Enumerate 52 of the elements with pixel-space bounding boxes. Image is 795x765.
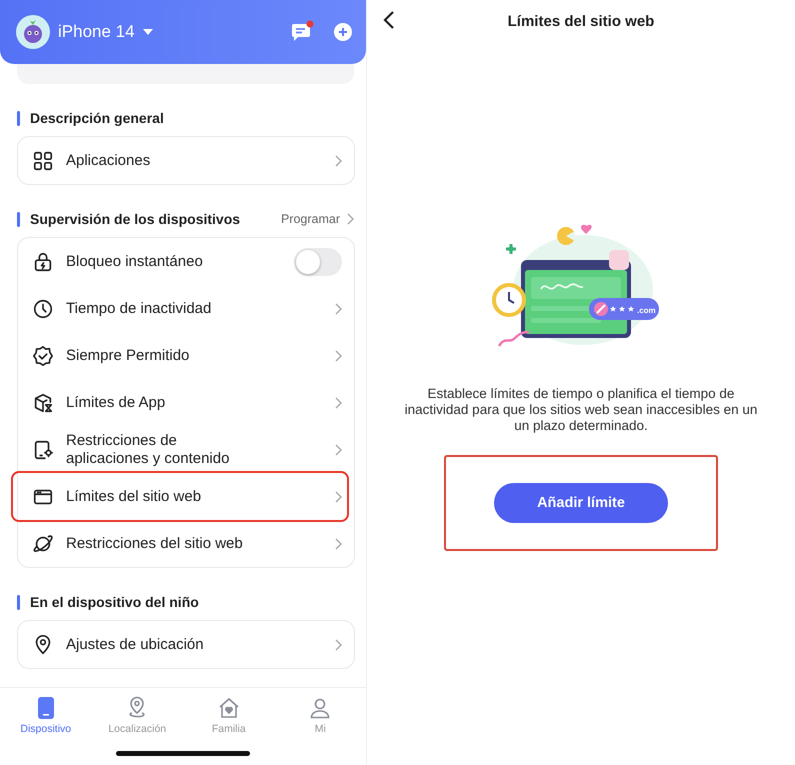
menu-label: Límites del sitio web — [66, 488, 202, 506]
back-icon — [383, 10, 395, 30]
menu-item[interactable]: Siempre Permitido — [18, 332, 354, 379]
menu-item[interactable]: Bloqueo instantáneo — [18, 238, 354, 285]
menu-item[interactable]: Restricciones de aplicaciones y contenido — [18, 426, 354, 473]
toggle-switch[interactable] — [294, 248, 342, 276]
menu-label: Tiempo de inactividad — [66, 300, 212, 318]
menu-label: Límites de App — [66, 394, 166, 412]
chevron-right-icon — [334, 302, 342, 314]
nav-tab[interactable]: Dispositivo — [0, 696, 92, 735]
description-text: Establece límites de tiempo o planifica el tiempo de inactividad para que los sitios web sean inaccesibles en un un plazo determinado. — [404, 386, 758, 435]
home-heart-icon — [216, 696, 241, 720]
menu-item[interactable]: Ajustes de ubicación — [18, 621, 354, 668]
chevron-right-icon — [346, 213, 354, 225]
menu-label: Bloqueo instantáneo — [66, 252, 204, 270]
chevron-right-icon — [334, 444, 342, 456]
chevron-right-icon — [334, 538, 342, 550]
person-icon — [308, 696, 332, 720]
planet-icon — [32, 532, 54, 554]
phone-icon — [36, 696, 55, 720]
grape-avatar-icon[interactable] — [16, 15, 50, 49]
chevron-right-icon — [334, 154, 342, 166]
badge-check-icon — [32, 344, 54, 366]
add-icon[interactable] — [332, 21, 354, 43]
menu-item[interactable]: Límites de App — [18, 379, 354, 426]
section-title: Descripción general — [30, 110, 164, 126]
menu-item[interactable]: Restricciones del sitio web — [18, 520, 354, 567]
chevron-right-icon — [334, 638, 342, 650]
grid-icon — [32, 150, 54, 172]
menu-label: Restricciones de aplicaciones y contenido — [66, 432, 230, 467]
menu-item[interactable]: Aplicaciones — [18, 137, 354, 184]
lock-icon — [32, 250, 54, 272]
section-title: Supervisión de los dispositivos — [30, 211, 240, 227]
message-icon[interactable] — [290, 20, 314, 44]
tablet-gear-icon — [32, 438, 54, 460]
device-name[interactable]: iPhone 14 — [58, 22, 135, 42]
menu-label: Aplicaciones — [66, 152, 152, 170]
add-limit-button[interactable]: Añadir límite — [494, 482, 668, 523]
clock-icon — [32, 298, 54, 320]
menu-label: Siempre Permitido — [66, 346, 190, 364]
caret-icon[interactable] — [142, 29, 153, 35]
menu-item[interactable]: Tiempo de inactividad — [18, 285, 354, 332]
chevron-right-icon — [334, 490, 342, 502]
page-title: Límites del sitio web — [508, 12, 654, 30]
schedule-link[interactable]: Programar — [280, 212, 340, 226]
cube-hourglass-icon — [32, 392, 54, 414]
chevron-right-icon — [334, 350, 342, 362]
menu-item[interactable]: Límites del sitio web — [13, 473, 347, 520]
menu-label: Ajustes de ubicación — [66, 636, 205, 654]
chevron-right-icon — [334, 396, 342, 408]
section-title: En el dispositivo del niño — [30, 594, 199, 610]
menu-label: Restricciones del sitio web — [66, 534, 244, 552]
